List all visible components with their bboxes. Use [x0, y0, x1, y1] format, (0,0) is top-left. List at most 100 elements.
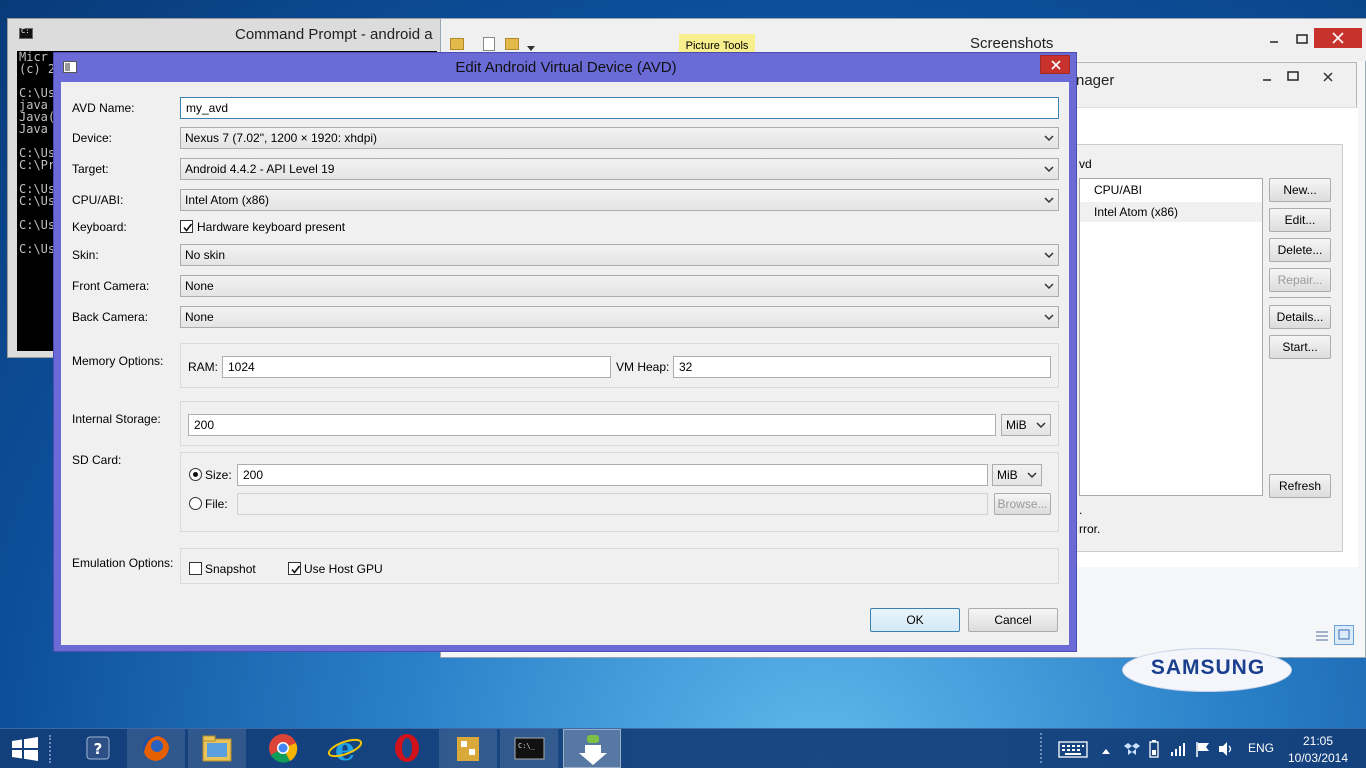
android-sdk-icon[interactable]: [563, 729, 621, 768]
avd-manager-maximize-button[interactable]: [1285, 70, 1301, 84]
details-avd-button[interactable]: Details...: [1269, 305, 1331, 329]
button-divider: [1269, 297, 1331, 298]
action-center-flag-icon[interactable]: [1195, 741, 1211, 757]
properties-icon[interactable]: [483, 37, 495, 51]
chevron-down-icon: [1044, 276, 1054, 296]
samsung-logo-text: SAMSUNG: [1150, 656, 1266, 679]
emulation-options-group: Snapshot Use Host GPU: [180, 548, 1059, 584]
signal-icon[interactable]: [1170, 741, 1186, 757]
ok-button[interactable]: OK: [870, 608, 960, 632]
cancel-button[interactable]: Cancel: [968, 608, 1058, 632]
target-select[interactable]: Android 4.4.2 - API Level 19: [180, 158, 1059, 180]
opera-icon[interactable]: [378, 729, 436, 768]
skin-select[interactable]: No skin: [180, 244, 1059, 266]
sd-file-label[interactable]: File:: [205, 496, 228, 512]
quick-access-dropdown-icon[interactable]: [527, 41, 535, 51]
memory-options-group: RAM: 1024 VM Heap: 32: [180, 343, 1059, 388]
cpu-abi-select[interactable]: Intel Atom (x86): [180, 189, 1059, 211]
command-prompt-icon[interactable]: C:\_: [500, 729, 558, 768]
sd-size-input[interactable]: 200: [237, 464, 988, 486]
avd-panel: vd CPU/ABI Intel Atom (x86) New... Edit.…: [1076, 144, 1343, 552]
sd-size-unit-select[interactable]: MiB: [992, 464, 1042, 486]
sd-size-radio[interactable]: [189, 468, 202, 481]
explorer-minimize-button[interactable]: [1265, 33, 1281, 47]
file-explorer-icon[interactable]: [188, 729, 246, 768]
device-select[interactable]: Nexus 7 (7.02", 1200 × 1920: xhdpi): [180, 127, 1059, 149]
device-select-value: Nexus 7 (7.02", 1200 × 1920: xhdpi): [185, 131, 378, 145]
large-icons-view-icon[interactable]: [1334, 625, 1354, 645]
new-avd-button[interactable]: New...: [1269, 178, 1331, 202]
use-host-gpu-label[interactable]: Use Host GPU: [304, 561, 383, 577]
emulation-options-label: Emulation Options:: [72, 556, 174, 570]
language-indicator[interactable]: ENG: [1248, 741, 1274, 755]
chevron-down-icon: [1036, 415, 1046, 435]
sd-size-unit-value: MiB: [997, 468, 1018, 482]
snapshot-label[interactable]: Snapshot: [205, 561, 256, 577]
dropbox-icon[interactable]: [1124, 741, 1140, 757]
internet-explorer-icon[interactable]: e: [316, 729, 374, 768]
battery-icon[interactable]: [1147, 739, 1161, 759]
volume-icon[interactable]: [1218, 741, 1236, 757]
explorer-maximize-button[interactable]: [1294, 33, 1310, 47]
browse-button[interactable]: Browse...: [994, 493, 1051, 515]
ram-input[interactable]: 1024: [222, 356, 611, 378]
svg-text:e: e: [335, 730, 355, 768]
dialog-client-area: AVD Name: my_avd Device: Nexus 7 (7.02",…: [61, 82, 1069, 645]
snapshot-checkbox[interactable]: [189, 562, 202, 575]
new-folder-icon[interactable]: [505, 38, 519, 50]
dialog-close-button[interactable]: [1040, 55, 1070, 74]
tray-grip: [1040, 733, 1044, 763]
internal-storage-unit-select[interactable]: MiB: [1001, 414, 1051, 436]
back-camera-select[interactable]: None: [180, 306, 1059, 328]
clock-time[interactable]: 21:05: [1288, 734, 1348, 748]
taskbar-grip: [49, 735, 53, 763]
avd-manager-window[interactable]: nager vd CPU/ABI Intel Atom (x86) New...…: [1075, 62, 1358, 567]
avd-manager-minimize-button[interactable]: [1259, 71, 1275, 85]
internal-storage-input[interactable]: 200: [188, 414, 996, 436]
show-hidden-icons-icon[interactable]: [1101, 744, 1111, 754]
explorer-close-button[interactable]: [1314, 28, 1362, 48]
dialog-title: Edit Android Virtual Device (AVD): [455, 59, 677, 76]
memory-options-label: Memory Options:: [72, 354, 164, 368]
tool-icon[interactable]: [439, 729, 497, 768]
details-view-icon[interactable]: [1314, 629, 1330, 643]
samsung-logo: SAMSUNG: [1122, 648, 1292, 692]
skin-label: Skin:: [72, 248, 99, 262]
front-camera-label: Front Camera:: [72, 279, 150, 293]
avd-table-row[interactable]: Intel Atom (x86): [1080, 202, 1262, 222]
avd-table[interactable]: CPU/ABI Intel Atom (x86): [1079, 178, 1263, 496]
chevron-down-icon: [1044, 159, 1054, 179]
firefox-icon[interactable]: [127, 729, 185, 768]
avd-manager-close-button[interactable]: [1304, 67, 1352, 87]
vm-heap-label: VM Heap:: [616, 360, 670, 374]
skin-select-value: No skin: [185, 248, 226, 262]
edit-avd-dialog[interactable]: Edit Android Virtual Device (AVD) AVD Na…: [53, 52, 1077, 652]
hardware-keyboard-checkbox[interactable]: [180, 220, 193, 233]
front-camera-select[interactable]: None: [180, 275, 1059, 297]
repair-avd-button[interactable]: Repair...: [1269, 268, 1331, 292]
edit-avd-button[interactable]: Edit...: [1269, 208, 1331, 232]
help-icon[interactable]: ?: [68, 729, 126, 768]
avd-name-input[interactable]: my_avd: [180, 97, 1059, 119]
delete-avd-button[interactable]: Delete...: [1269, 238, 1331, 262]
sd-file-radio[interactable]: [189, 497, 202, 510]
ram-label: RAM:: [188, 360, 218, 374]
start-avd-button[interactable]: Start...: [1269, 335, 1331, 359]
column-header-cpu-abi[interactable]: CPU/ABI: [1094, 183, 1142, 197]
sd-size-label[interactable]: Size:: [205, 467, 232, 483]
touch-keyboard-icon[interactable]: [1058, 739, 1088, 759]
device-label: Device:: [72, 131, 113, 145]
avd-row-cpu-abi: Intel Atom (x86): [1094, 205, 1179, 219]
use-host-gpu-checkbox[interactable]: [288, 562, 301, 575]
refresh-avd-button[interactable]: Refresh: [1269, 474, 1331, 498]
chrome-icon[interactable]: [254, 729, 312, 768]
clock-date[interactable]: 10/03/2014: [1283, 751, 1353, 765]
cpu-abi-select-value: Intel Atom (x86): [185, 193, 270, 207]
sd-file-input[interactable]: [237, 493, 988, 515]
hardware-keyboard-label[interactable]: Hardware keyboard present: [197, 219, 345, 235]
vm-heap-input[interactable]: 32: [673, 356, 1051, 378]
explorer-title: Screenshots: [970, 35, 1054, 52]
internal-storage-group: 200 MiB: [180, 401, 1059, 446]
start-button-windows-icon[interactable]: [11, 737, 39, 761]
avd-manager-title: nager: [1076, 72, 1115, 89]
